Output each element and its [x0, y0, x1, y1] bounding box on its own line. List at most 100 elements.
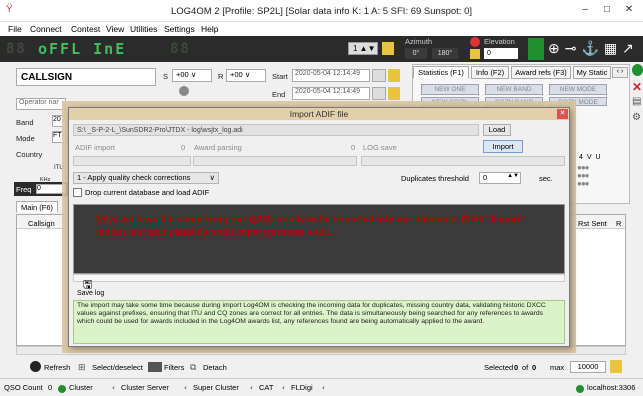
display-dim-right: 88 — [170, 41, 191, 57]
total-count: 0 — [532, 363, 537, 372]
toggle-icon[interactable] — [179, 86, 189, 96]
import-adif-dialog: Import ADIF file ✕ S:\ _S-P-2-L_\SunSDR2… — [68, 107, 570, 347]
step-stepper[interactable]: 1 ▲▼ — [348, 42, 378, 55]
detach-button[interactable]: Detach — [203, 363, 227, 372]
dialog-close-button[interactable]: ✕ — [557, 109, 568, 119]
select-deselect-button[interactable]: Select/deselect — [92, 363, 143, 372]
end-lock-icon[interactable] — [388, 87, 400, 100]
tab-scroll-arrows[interactable]: ‹ › — [612, 67, 628, 78]
menu-utilities[interactable]: Utilities — [130, 24, 157, 34]
rotor-lock-icon[interactable] — [470, 49, 480, 59]
stat-new-mode: NEW MODE — [549, 84, 607, 95]
title-bar: Ÿ LOG4OM 2 [Profile: SP2L] [Solar data i… — [0, 0, 643, 22]
import-button[interactable]: Import — [483, 140, 523, 153]
load-button[interactable]: Load — [483, 124, 511, 136]
duplicates-label: Duplicates threshold — [401, 174, 469, 183]
chevron-down-icon: ∨ — [209, 173, 216, 182]
tab-main[interactable]: Main (F6) — [16, 201, 58, 213]
end-input[interactable]: 2020-05-04 12:14:49 — [292, 87, 370, 100]
maximize-button[interactable]: □ — [596, 3, 618, 17]
cat-status[interactable]: CAT — [259, 383, 273, 392]
duplicates-input[interactable]: 0 ▲▼ — [479, 172, 521, 184]
end-label: End — [272, 90, 286, 99]
menu-bar: File Connect Contest View Utilities Sett… — [0, 22, 643, 36]
fldigi-status[interactable]: FLDigi — [291, 383, 313, 392]
import-console: Now, we have file comprising our QSO's r… — [73, 204, 565, 274]
cluster-server-status[interactable]: Cluster Server — [121, 383, 169, 392]
elevation-input[interactable]: 0 — [484, 48, 518, 59]
status-bar: QSO Count 0 Cluster ◐ Cluster Server ◐ S… — [0, 378, 643, 396]
col-rst-rcvd[interactable]: R — [616, 219, 621, 228]
s-label: S — [163, 72, 169, 81]
rst-sent-select[interactable]: +00 ∨ — [172, 69, 212, 82]
stop-icon[interactable] — [470, 37, 480, 47]
drop-database-label: Drop current database and load ADIF — [85, 188, 210, 197]
console-hscrollbar[interactable] — [73, 274, 565, 282]
menu-view[interactable]: View — [106, 24, 124, 34]
country-label: Country — [16, 150, 43, 159]
stepper-arrows-icon[interactable]: ▲▼ — [507, 173, 519, 179]
quality-check-select[interactable]: 1 - Apply quality check corrections ∨ — [73, 172, 219, 184]
menu-file[interactable]: File — [8, 24, 22, 34]
super-cluster-status[interactable]: Super Cluster — [193, 383, 239, 392]
super-cluster-icon: ◐ — [184, 383, 189, 392]
qso-count-label: QSO Count — [4, 383, 43, 392]
menu-connect[interactable]: Connect — [30, 24, 62, 34]
quality-check-value: 1 - Apply quality check corrections — [77, 173, 191, 182]
tab-info[interactable]: Info (F2) — [471, 66, 509, 79]
rotor-go-icon[interactable] — [528, 38, 544, 60]
rst-sent-value: +00 — [176, 70, 189, 79]
save-icon[interactable]: ▤ — [632, 96, 641, 107]
selected-label: Selected — [484, 363, 514, 372]
tab-statistics[interactable]: Statistics (F1) — [413, 66, 469, 79]
refresh-button[interactable]: Refresh — [44, 363, 70, 372]
menu-settings[interactable]: Settings — [164, 24, 195, 34]
delete-icon[interactable]: ✕ — [632, 80, 642, 94]
minimize-button[interactable]: – — [574, 3, 596, 17]
toolbar-icons[interactable]: ⊕⊸⚓▦↗ — [548, 40, 639, 57]
start-lock-icon[interactable] — [388, 69, 400, 82]
close-window-button[interactable]: ✕ — [618, 3, 640, 17]
start-label: Start — [272, 72, 288, 81]
fldigi-icon: ◐ — [282, 383, 287, 392]
settings-icon[interactable]: ⚙ — [632, 112, 641, 123]
radio-toolbar: 88 oFFL InE 88 1 ▲▼ Azimuth 0° 180° Elev… — [0, 36, 643, 62]
offline-display: oFFL InE — [38, 40, 127, 58]
band-indicator-dots: ●●● ●●● ●●● — [577, 163, 589, 188]
log-save-progress — [361, 156, 565, 166]
filters-icon — [148, 362, 162, 372]
start-stepper[interactable] — [372, 69, 386, 82]
award-parsing-value: 0 — [351, 143, 356, 152]
col-rst-sent[interactable]: Rst Sent — [578, 219, 607, 228]
azimuth-label: Azimuth — [405, 37, 433, 46]
end-stepper[interactable] — [372, 87, 386, 100]
start-input[interactable]: 2020-05-04 12:14:49 — [292, 69, 370, 82]
of-label: of — [522, 363, 529, 372]
import-info-text: The import may take some time because du… — [73, 300, 565, 344]
drop-database-checkbox[interactable] — [73, 188, 82, 197]
menu-contest[interactable]: Contest — [71, 24, 100, 34]
stat-new-one: NEW ONE — [421, 84, 479, 95]
max-rows-input[interactable]: 10000 — [570, 361, 606, 373]
callsign-input[interactable]: CALLSIGN — [16, 68, 156, 86]
file-path-field[interactable]: S:\ _S-P-2-L_\SunSDR2-Pro\JTDX - log\wsj… — [73, 124, 479, 136]
tab-award-refs[interactable]: Award refs (F3) — [511, 66, 571, 79]
award-parsing-progress — [193, 156, 357, 166]
rst-rcvd-value: +00 — [230, 70, 243, 79]
tab-my-station[interactable]: My Static — [573, 66, 611, 79]
database-status[interactable]: localhost:3306 — [587, 383, 635, 392]
filters-button[interactable]: Filters — [164, 363, 184, 372]
col-callsign[interactable]: Callsign — [28, 219, 55, 228]
menu-help[interactable]: Help — [201, 24, 218, 34]
add-icon[interactable] — [632, 64, 643, 76]
rst-rcvd-select[interactable]: +00 ∨ — [226, 69, 266, 82]
cluster-status[interactable]: Cluster — [69, 383, 93, 392]
r-label: R — [218, 72, 224, 81]
window-title: LOG4OM 2 [Profile: SP2L] [Solar data inf… — [171, 6, 472, 17]
mode-label: Mode — [16, 134, 35, 143]
operator-input[interactable]: Operator nar — [16, 98, 66, 110]
lock-icon[interactable] — [382, 42, 394, 55]
save-log-label[interactable]: Save log — [77, 290, 104, 297]
max-lock-icon[interactable] — [610, 360, 622, 373]
qso-count-value: 0 — [48, 383, 53, 392]
